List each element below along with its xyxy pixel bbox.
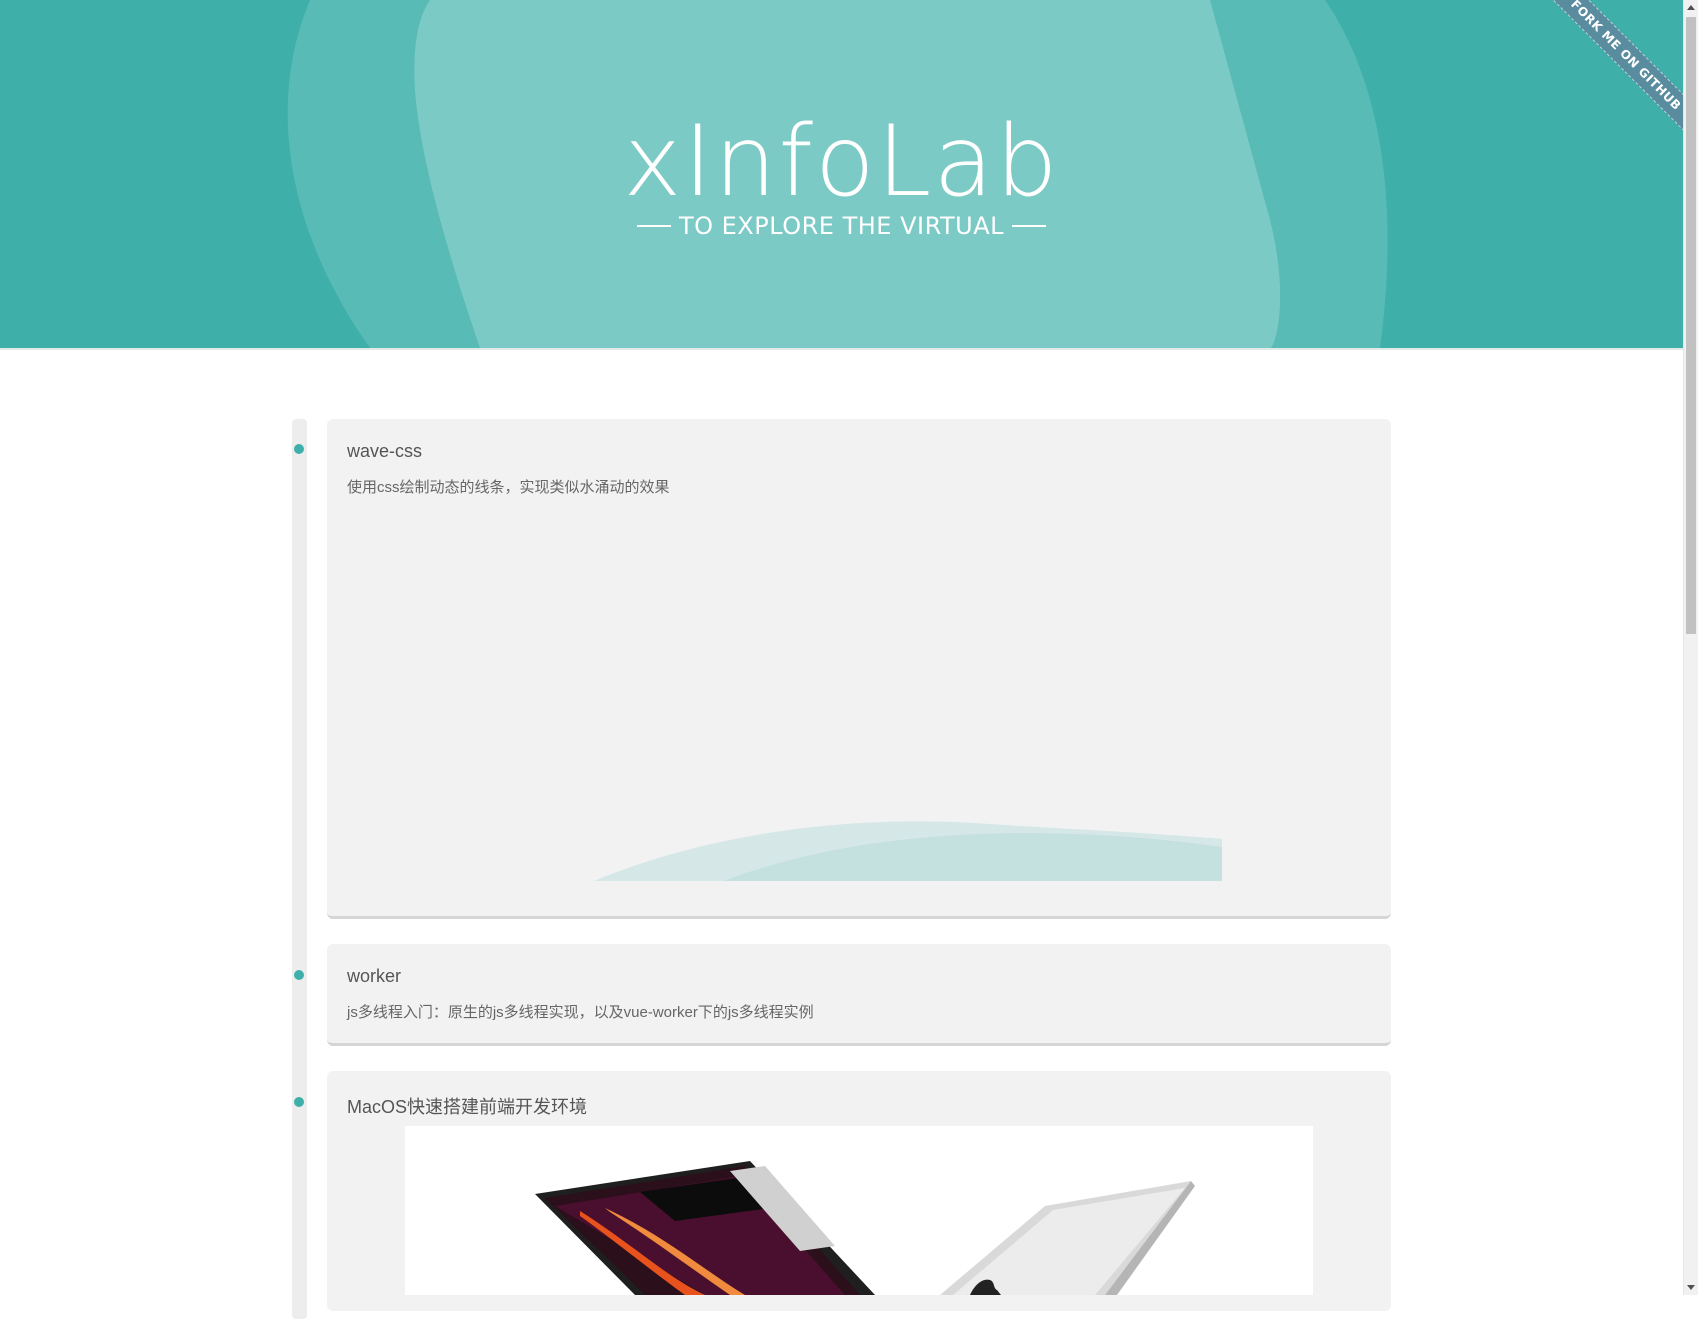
scrollbar-thumb[interactable]: [1686, 17, 1696, 634]
scroll-down-arrow-icon[interactable]: [1687, 1285, 1695, 1290]
site-logo[interactable]: xInfoLab TO EXPLORE THE VIRTUAL: [0, 112, 1683, 240]
tagline-text: TO EXPLORE THE VIRTUAL: [678, 212, 1005, 240]
card-description: 使用css绘制动态的线条，实现类似水涌动的效果: [347, 479, 670, 496]
wave-animation-preview: [594, 821, 1222, 881]
timeline-card-wave-css[interactable]: wave-css 使用css绘制动态的线条，实现类似水涌动的效果: [327, 419, 1391, 919]
macbook-image: [405, 1126, 1313, 1295]
timeline-dot: [294, 444, 304, 454]
scroll-up-arrow-icon[interactable]: [1687, 5, 1695, 10]
hero-banner: xInfoLab TO EXPLORE THE VIRTUAL FORK ME …: [0, 0, 1683, 350]
card-title[interactable]: MacOS快速搭建前端开发环境: [347, 1093, 587, 1119]
github-ribbon-label[interactable]: FORK ME ON GITHUB: [1535, 0, 1683, 146]
vertical-scrollbar[interactable]: [1683, 0, 1698, 1295]
tagline-dash-left: [636, 225, 671, 227]
card-title[interactable]: worker: [347, 966, 401, 987]
timeline-dot: [294, 970, 304, 980]
github-ribbon[interactable]: FORK ME ON GITHUB: [1533, 0, 1683, 150]
card-title[interactable]: wave-css: [347, 441, 422, 462]
timeline-dot: [294, 1097, 304, 1107]
timeline-card-worker[interactable]: worker js多线程入门：原生的js多线程实现，以及vue-worker下的…: [327, 944, 1391, 1046]
card-description: js多线程入门：原生的js多线程实现，以及vue-worker下的js多线程实例: [347, 1004, 814, 1021]
logo-tagline: TO EXPLORE THE VIRTUAL: [636, 212, 1047, 240]
tagline-dash-right: [1012, 225, 1047, 227]
logo-wordmark: xInfoLab: [623, 105, 1060, 219]
timeline-track: [292, 419, 307, 1319]
